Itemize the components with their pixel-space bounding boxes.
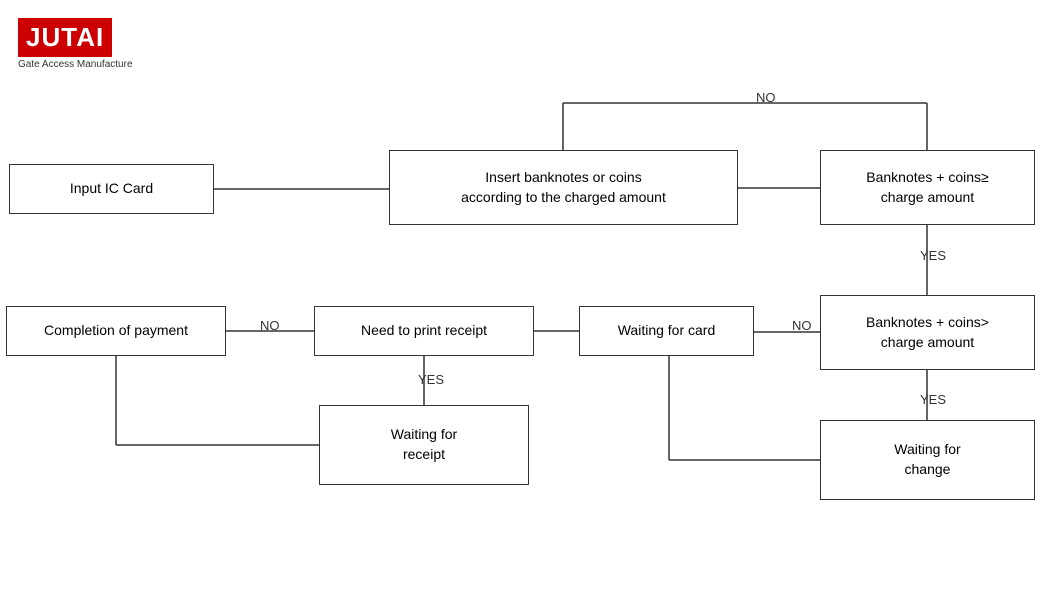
logo-tagline: Gate Access Manufacture <box>18 59 133 70</box>
logo: JUTAI Gate Access Manufacture <box>18 18 133 70</box>
input-ic-card-box: Input IC Card <box>9 164 214 214</box>
banknotes-check1-box: Banknotes + coins≥ charge amount <box>820 150 1035 225</box>
yes-label-3: YES <box>418 372 444 387</box>
waiting-card-box: Waiting for card <box>579 306 754 356</box>
completion-payment-box: Completion of payment <box>6 306 226 356</box>
insert-banknotes-box: Insert banknotes or coins according to t… <box>389 150 738 225</box>
no-label-1: NO <box>756 90 776 105</box>
no-label-3: NO <box>260 318 280 333</box>
logo-brand: JUTAI <box>18 18 112 57</box>
waiting-receipt-box: Waiting for receipt <box>319 405 529 485</box>
yes-label-2: YES <box>920 392 946 407</box>
main-container: JUTAI Gate Access Manufacture <box>0 0 1060 596</box>
waiting-change-box: Waiting for change <box>820 420 1035 500</box>
banknotes-check2-box: Banknotes + coins> charge amount <box>820 295 1035 370</box>
no-label-2: NO <box>792 318 812 333</box>
need-print-receipt-box: Need to print receipt <box>314 306 534 356</box>
yes-label-1: YES <box>920 248 946 263</box>
